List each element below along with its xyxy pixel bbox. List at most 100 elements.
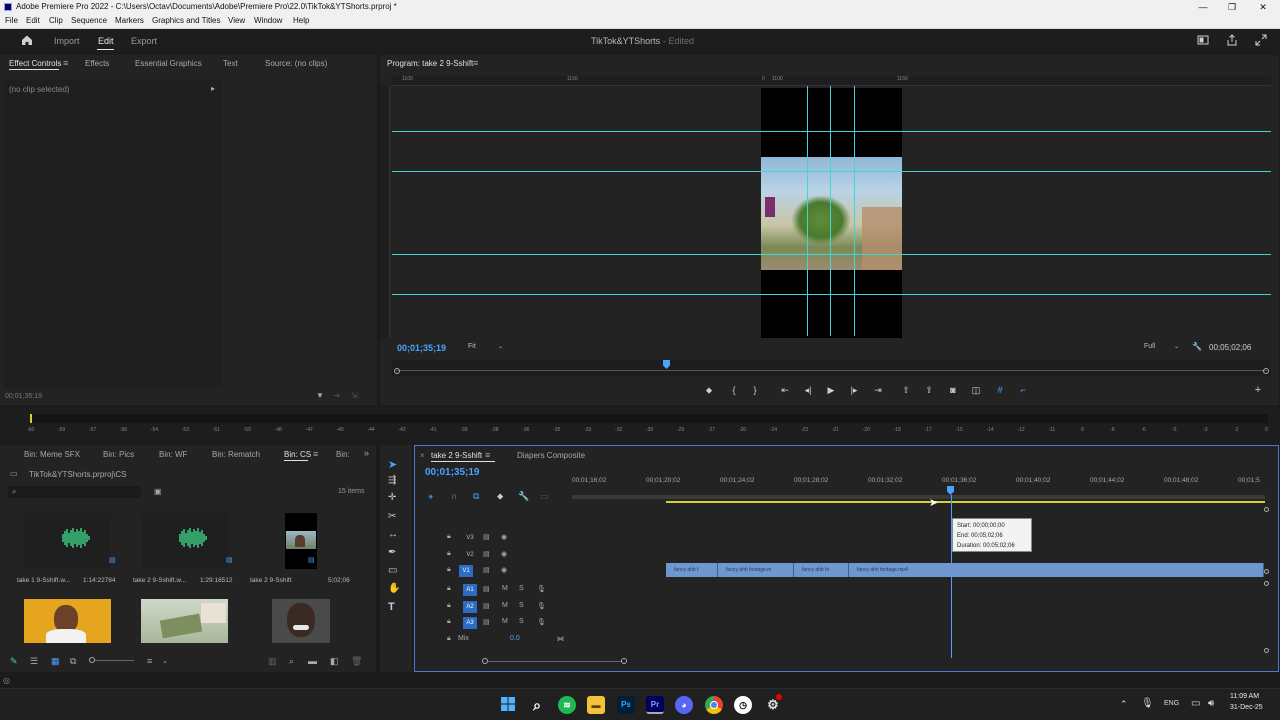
filter-icon[interactable]: ▼: [316, 391, 324, 400]
go-to-in-icon[interactable]: ⇤: [779, 384, 791, 396]
mute-button[interactable]: M: [502, 602, 508, 609]
scroll-handle-top[interactable]: [1264, 507, 1269, 512]
taskbar-time[interactable]: 11:09 AM: [1230, 693, 1259, 700]
spotify-icon[interactable]: ≋: [558, 696, 576, 714]
program-canvas[interactable]: [392, 86, 1271, 338]
hand-tool-icon[interactable]: ✋: [388, 583, 400, 594]
workspaces-icon[interactable]: [1196, 34, 1210, 48]
sort-icon[interactable]: ≡: [147, 656, 152, 666]
camera-icon[interactable]: ◙: [947, 384, 959, 396]
share-icon[interactable]: [1225, 34, 1239, 48]
pencil-icon[interactable]: ✎: [10, 656, 18, 667]
lock-icon[interactable]: 🔒︎: [447, 618, 451, 626]
clock-app-icon[interactable]: ◷: [734, 696, 752, 714]
settings-gear-icon[interactable]: ⚙: [764, 694, 782, 714]
work-area-bar[interactable]: [572, 495, 1265, 499]
program-menu-icon[interactable]: ≡: [473, 58, 478, 68]
mix-end-icon[interactable]: ⋈: [557, 635, 564, 643]
timeline-timecode[interactable]: 00;01;35;19: [425, 467, 479, 478]
sync-lock-icon[interactable]: ▤: [483, 618, 490, 626]
microphone-icon[interactable]: 🎙︎: [537, 602, 546, 610]
timeline-ruler[interactable]: 00;01;16;02 00;01;20;02 00;01;24;02 00;0…: [572, 474, 1265, 504]
lock-icon[interactable]: 🔒︎: [447, 585, 451, 593]
captions-icon[interactable]: ▭: [540, 491, 549, 502]
guides-icon[interactable]: ⌐: [1017, 384, 1029, 396]
home-icon[interactable]: [20, 34, 34, 48]
sync-lock-icon[interactable]: ▤: [483, 585, 490, 593]
tab-text[interactable]: Text: [223, 59, 238, 68]
scroll-handle-audio[interactable]: [1264, 581, 1269, 586]
tab-effect-controls[interactable]: Effect Controls: [9, 59, 61, 68]
eye-icon[interactable]: ◉: [501, 566, 507, 574]
tray-overflow-icon[interactable]: ⌃: [1120, 699, 1128, 710]
bin-tab-meme-sfx[interactable]: Bin: Meme SFX: [24, 450, 80, 459]
wrench-icon[interactable]: 🔧: [1192, 342, 1202, 351]
mute-button[interactable]: M: [502, 585, 508, 592]
menu-window[interactable]: Window: [254, 16, 282, 25]
display-tray-icon[interactable]: ▭: [1191, 698, 1200, 709]
zoom-dropdown[interactable]: Fit ⌄: [468, 343, 508, 353]
media-item-image-3[interactable]: [272, 599, 330, 643]
expand-arrow-icon[interactable]: ▸: [211, 84, 215, 93]
quality-dropdown[interactable]: Full ⌄: [1144, 343, 1184, 353]
new-bin-bottom-icon[interactable]: ▬: [308, 656, 317, 666]
add-marker-timeline-icon[interactable]: ⬥: [497, 491, 503, 502]
clip[interactable]: fancy ahh fo: [794, 563, 849, 577]
clip[interactable]: fancy ahh footage.m: [718, 563, 794, 577]
step-icon[interactable]: ⇥: [333, 391, 340, 400]
volume-icon[interactable]: 🔊︎: [1208, 698, 1214, 709]
rectangle-tool-icon[interactable]: ▭: [388, 565, 397, 576]
track-label[interactable]: A1: [463, 584, 477, 596]
icon-view-icon[interactable]: ▦: [51, 656, 60, 667]
solo-button[interactable]: S: [519, 585, 524, 592]
menu-sequence[interactable]: Sequence: [71, 16, 107, 25]
tab-source[interactable]: Source: (no clips): [265, 59, 327, 68]
photoshop-icon[interactable]: Ps: [617, 696, 635, 714]
close-button[interactable]: ✕: [1248, 0, 1278, 14]
bin-tab-cs[interactable]: Bin: CS: [284, 450, 311, 459]
menu-clip[interactable]: Clip: [49, 16, 63, 25]
find-icon[interactable]: ⌕: [289, 656, 294, 667]
chevron-down-icon[interactable]: ⌄: [162, 657, 168, 665]
sync-lock-icon[interactable]: ▤: [483, 550, 490, 558]
selection-tool-icon[interactable]: ➤: [388, 458, 397, 471]
track-label[interactable]: V2: [463, 549, 477, 561]
zoom-slider[interactable]: [89, 657, 134, 663]
mute-button[interactable]: M: [502, 618, 508, 625]
nest-icon[interactable]: ⚹: [428, 491, 433, 502]
lock-icon[interactable]: 🔒︎: [447, 550, 451, 558]
menu-edit[interactable]: Edit: [26, 16, 40, 25]
add-marker-icon[interactable]: ⬥: [703, 384, 715, 396]
trash-icon[interactable]: 🗑: [351, 656, 362, 667]
language-indicator[interactable]: ENG: [1164, 700, 1179, 707]
timeline-playhead-marker[interactable]: [947, 486, 954, 495]
type-tool-icon[interactable]: T: [388, 601, 395, 613]
bin-menu-icon[interactable]: ≡: [313, 449, 318, 459]
step-back-icon[interactable]: ◂|: [802, 384, 814, 396]
menu-view[interactable]: View: [228, 16, 245, 25]
tab-effects[interactable]: Effects: [85, 59, 109, 68]
scroll-handle-mid[interactable]: [1264, 569, 1269, 574]
lift-icon[interactable]: ⇧: [900, 384, 912, 396]
sync-lock-icon[interactable]: ▤: [483, 602, 490, 610]
lock-icon[interactable]: 🔒︎: [447, 635, 451, 643]
microphone-tray-icon[interactable]: 🎙︎: [1141, 698, 1154, 709]
timeline-settings-icon[interactable]: 🔧: [518, 491, 529, 502]
timeline-tab-diapers[interactable]: Diapers Composite: [517, 451, 585, 460]
program-scrub-bar[interactable]: [392, 360, 1271, 376]
ripple-edit-icon[interactable]: ✛: [388, 492, 396, 503]
compare-icon[interactable]: ◫: [970, 384, 982, 396]
menu-graphics-titles[interactable]: Graphics and Titles: [152, 16, 220, 25]
source-patch-v1[interactable]: V1: [459, 565, 473, 577]
linked-selection-icon[interactable]: ⧉: [473, 491, 479, 502]
media-item-image-1[interactable]: [24, 599, 111, 643]
playhead-marker[interactable]: [663, 360, 670, 369]
mark-in-icon[interactable]: {: [728, 384, 740, 396]
media-item-take2-wav[interactable]: ▤: [141, 513, 233, 569]
program-timecode[interactable]: 00;01;35;19: [397, 343, 446, 353]
timeline-zoom-bar[interactable]: [482, 658, 627, 664]
new-bin-icon[interactable]: ▣: [154, 487, 162, 496]
track-select-icon[interactable]: ⇶: [388, 475, 396, 486]
razor-icon[interactable]: ✂: [388, 511, 396, 522]
bin-tab-rematch[interactable]: Bin: Rematch: [212, 450, 260, 459]
